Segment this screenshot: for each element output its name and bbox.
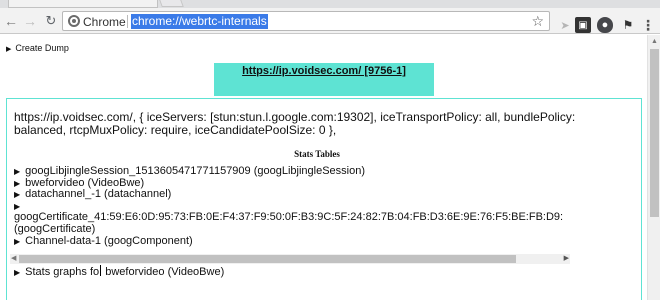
stats-tables-heading: Stats Tables [294, 149, 340, 159]
stats-graphs-label-start: Stats graphs fo [25, 266, 100, 278]
vertical-scroll-thumb[interactable] [650, 49, 659, 217]
peer-connection-tab[interactable]: https://ip.voidsec.com/ [9756-1] [214, 63, 434, 96]
menu-icon[interactable]: ⋮ [640, 17, 656, 33]
stats-table-label: (googCertificate) [14, 222, 96, 235]
browser-toolbar: ← → ↻ Chrome chrome://webrtc-internals ☆… [0, 8, 660, 34]
extension-arrow-icon[interactable]: ➤ [557, 17, 573, 33]
stats-graphs-toggle[interactable]: ▶ Stats graphs fo bweforvideo (VideoBwe) [14, 265, 224, 279]
bookmark-star-icon[interactable]: ☆ [531, 13, 544, 30]
vertical-scrollbar[interactable]: ▲ [647, 35, 660, 300]
chrome-page-icon [68, 15, 80, 27]
address-bar[interactable]: Chrome chrome://webrtc-internals ☆ [62, 11, 550, 31]
url-text[interactable]: chrome://webrtc-internals [131, 14, 268, 29]
scroll-up-arrow-icon[interactable]: ▲ [651, 38, 658, 45]
disclosure-triangle-icon: ▶ [14, 201, 21, 211]
peer-connection-panel: https://ip.voidsec.com/, { iceServers: [… [6, 98, 642, 300]
horizontal-scrollbar[interactable]: ◀ ▶ [10, 254, 570, 264]
extension-flag-icon[interactable]: ⚑ [620, 17, 636, 33]
disclosure-triangle-icon: ▶ [14, 167, 21, 176]
stats-table-label: datachannel_-1 (datachannel) [25, 188, 172, 201]
chip-divider [127, 15, 128, 28]
stats-graphs-label-end: bweforvideo (VideoBwe) [102, 266, 225, 278]
forward-arrow-icon[interactable]: → [21, 12, 39, 30]
disclosure-triangle-icon: ▶ [14, 190, 21, 200]
reload-icon[interactable]: ↻ [42, 12, 60, 30]
tab-strip [0, 0, 660, 8]
horizontal-scroll-thumb[interactable] [19, 255, 516, 263]
stats-table-item-certificate: googCertificate_41:59:E6:0D:95:73:FB:0E:… [14, 212, 634, 224]
new-tab-button[interactable] [158, 0, 184, 7]
extension-shield-icon[interactable]: ● [597, 17, 613, 33]
browser-tab[interactable] [8, 0, 158, 8]
stats-table-label: bweforvideo (VideoBwe) [25, 176, 145, 189]
stats-tables-list: ▶ googLibjingleSession_151360547177115790… [14, 165, 634, 248]
text-cursor [100, 265, 102, 276]
scroll-left-arrow-icon[interactable]: ◀ [11, 254, 16, 262]
peer-connection-tab-label[interactable]: https://ip.voidsec.com/ [9756-1] [214, 65, 434, 77]
stats-table-label: googCertificate_41:59:E6:0D:95:73:FB:0E:… [14, 211, 564, 224]
disclosure-triangle-icon: ▶ [14, 178, 21, 188]
scroll-right-arrow-icon[interactable]: ▶ [564, 254, 569, 262]
create-dump-label: Create Dump [15, 43, 69, 53]
create-dump-toggle[interactable]: ▶ Create Dump [6, 43, 69, 53]
disclosure-triangle-icon: ▶ [14, 268, 21, 277]
stats-table-item[interactable]: ▶ Channel-data-1 (googComponent) [14, 234, 634, 248]
stats-table-label: googLibjingleSession_1513605471771157909… [25, 165, 366, 177]
extension-box-icon[interactable]: ▣ [575, 17, 591, 33]
disclosure-triangle-icon: ▶ [14, 236, 21, 246]
stats-table-label: Channel-data-1 (googComponent) [25, 234, 193, 247]
back-arrow-icon[interactable]: ← [2, 12, 20, 30]
disclosure-triangle-icon: ▶ [6, 46, 12, 53]
peer-connection-config: https://ip.voidsec.com/, { iceServers: [… [14, 110, 576, 137]
stats-table-item[interactable]: ▶ datachannel_-1 (datachannel) [14, 188, 634, 201]
security-chip-label: Chrome [83, 15, 126, 29]
